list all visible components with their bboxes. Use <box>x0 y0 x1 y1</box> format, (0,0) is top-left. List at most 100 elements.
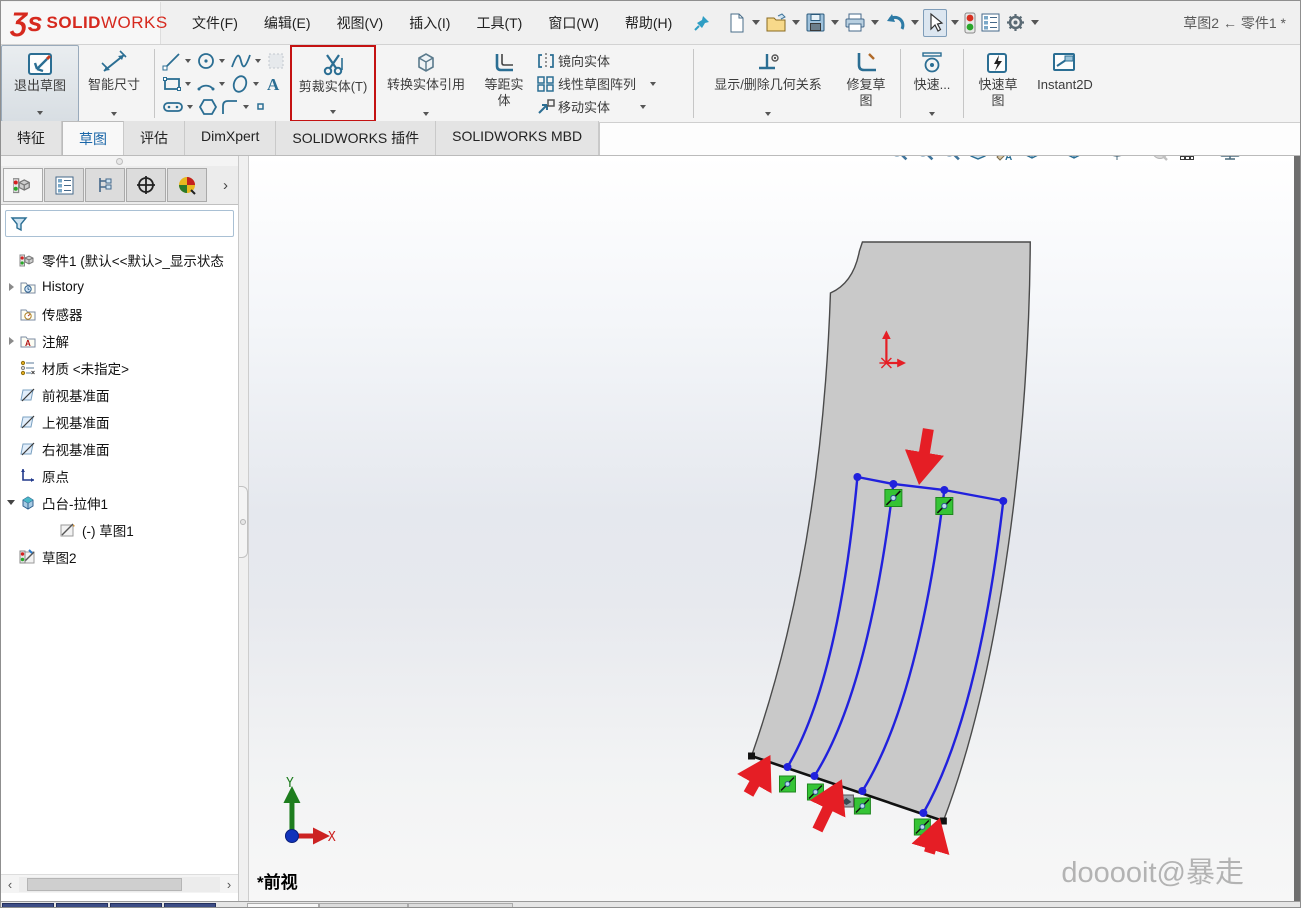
menu-item[interactable]: 视图(V) <box>324 7 397 39</box>
trim-caret[interactable] <box>330 109 336 114</box>
tree-root-item[interactable]: 零件1 (默认<<默认>_显示状态 <box>3 246 238 273</box>
rapid-sketch-button[interactable]: 快速草图 <box>969 45 1027 122</box>
instant2d-button[interactable]: Instant2D <box>1027 45 1103 122</box>
ribbon-tab[interactable]: 草图 <box>62 121 124 155</box>
tree-filter-input[interactable] <box>28 212 233 235</box>
line-tool-icon[interactable] <box>162 51 182 71</box>
viewport-split-button[interactable] <box>2 903 54 907</box>
move-entities-caret[interactable] <box>640 104 647 109</box>
undo-dropdown-caret[interactable] <box>911 20 920 25</box>
ribbon-tab[interactable]: SOLIDWORKS MBD <box>436 121 600 155</box>
fillet-tool-icon[interactable] <box>220 97 240 117</box>
new-document-icon[interactable] <box>726 10 748 36</box>
quick-snaps-caret[interactable] <box>929 111 935 116</box>
options-list-icon[interactable] <box>979 10 1002 35</box>
spline-tool-icon[interactable] <box>230 51 252 71</box>
tree-item[interactable]: 上视基准面 <box>3 408 238 435</box>
panel-viewport-splitter[interactable] <box>239 156 249 901</box>
display-manager-icon[interactable] <box>167 168 207 202</box>
tree-item[interactable]: 右视基准面 <box>3 435 238 462</box>
gear-icon[interactable] <box>1004 10 1027 35</box>
tree-horizontal-scrollbar[interactable]: ‹ › <box>1 874 238 893</box>
spline-tool-caret[interactable] <box>255 58 261 63</box>
convert-entities-caret[interactable] <box>423 111 429 116</box>
configuration-manager-icon[interactable] <box>85 168 125 202</box>
point-tool-icon[interactable] <box>254 100 268 114</box>
slot-tool-caret[interactable] <box>187 104 193 109</box>
scrollbar-thumb[interactable] <box>27 877 182 891</box>
circle-tool-caret[interactable] <box>219 58 225 63</box>
splitter-handle[interactable] <box>239 486 248 558</box>
open-dropdown-caret[interactable] <box>792 20 801 25</box>
rectangle-tool-caret[interactable] <box>185 81 191 86</box>
bottom-tab[interactable]: 模型 <box>247 903 320 907</box>
feature-manager-icon[interactable] <box>3 168 43 202</box>
slot-tool-icon[interactable] <box>162 98 184 116</box>
exit-sketch-caret[interactable] <box>37 110 43 115</box>
print-icon[interactable] <box>843 10 867 35</box>
ribbon-tab[interactable]: 特征 <box>1 121 62 155</box>
save-icon[interactable] <box>804 10 827 35</box>
open-icon[interactable] <box>764 10 788 36</box>
smart-dimension-button[interactable]: 智能尺寸 <box>79 45 149 122</box>
bottom-tab[interactable]: 运动算例1 <box>407 903 513 907</box>
fillet-tool-caret[interactable] <box>243 104 249 109</box>
line-tool-caret[interactable] <box>185 58 191 63</box>
ribbon-tab[interactable]: 评估 <box>124 121 185 155</box>
circle-tool-icon[interactable] <box>196 51 216 71</box>
rectangle-tool-icon[interactable] <box>162 74 182 94</box>
tree-item[interactable]: 凸台-拉伸1 <box>3 489 238 516</box>
ellipse-tool-caret[interactable] <box>253 81 259 86</box>
menu-item[interactable]: 编辑(E) <box>251 7 324 39</box>
new-dropdown-caret[interactable] <box>752 20 761 25</box>
repair-sketch-button[interactable]: 修复草图 <box>837 45 895 122</box>
rebuild-traffic-light-icon[interactable] <box>963 10 977 36</box>
print-dropdown-caret[interactable] <box>871 20 880 25</box>
menu-item[interactable]: 窗口(W) <box>535 7 612 39</box>
arc-tool-caret[interactable] <box>219 81 225 86</box>
linear-pattern-caret[interactable] <box>650 81 657 86</box>
ribbon-tab[interactable]: SOLIDWORKS 插件 <box>276 121 437 155</box>
menu-item[interactable]: 文件(F) <box>179 7 251 39</box>
bottom-tab[interactable]: 3D视图 <box>319 903 408 907</box>
arc-tool-icon[interactable] <box>196 74 216 94</box>
menu-item[interactable]: 工具(T) <box>463 7 535 39</box>
undo-icon[interactable] <box>883 11 907 35</box>
tree-item[interactable]: 材质 <未指定> <box>3 354 238 381</box>
tree-item[interactable]: 注解 <box>3 327 238 354</box>
manager-tabs-overflow-chevron[interactable]: › <box>215 177 236 194</box>
exit-sketch-button[interactable]: 退出草图 <box>1 45 79 122</box>
property-manager-icon[interactable] <box>44 168 84 202</box>
dimxpert-manager-icon[interactable] <box>126 168 166 202</box>
relations-caret[interactable] <box>765 111 771 116</box>
offset-entities-button[interactable]: 等距实体 <box>476 45 532 122</box>
ellipse-tool-icon[interactable] <box>230 74 250 94</box>
scroll-left-arrow[interactable]: ‹ <box>1 877 19 892</box>
move-entities-button[interactable]: 移动实体 <box>534 95 686 118</box>
task-pane-edge[interactable] <box>1294 156 1300 901</box>
pin-icon[interactable] <box>693 14 711 32</box>
tree-item[interactable]: 原点 <box>3 462 238 489</box>
text-tool-icon[interactable]: A <box>264 74 282 94</box>
tree-item[interactable]: 草图2 <box>3 543 238 570</box>
select-dropdown-caret[interactable] <box>951 20 960 25</box>
convert-entities-button[interactable]: 转换实体引用 <box>376 45 476 122</box>
menu-item[interactable]: 插入(I) <box>396 7 463 39</box>
gear-dropdown-caret[interactable] <box>1031 20 1040 25</box>
mirror-entities-button[interactable]: 镜向实体 <box>534 49 686 72</box>
quick-snaps-button[interactable]: 快速... <box>906 45 958 122</box>
viewport-split-button[interactable] <box>110 903 162 907</box>
polygon-tool-icon[interactable] <box>198 97 218 117</box>
tree-item[interactable]: History <box>3 273 238 300</box>
display-delete-relations-button[interactable]: 显示/删除几何关系 <box>699 45 837 122</box>
tree-item[interactable]: 传感器 <box>3 300 238 327</box>
select-cursor-icon[interactable] <box>923 8 948 37</box>
tree-item[interactable]: 前视基准面 <box>3 381 238 408</box>
scroll-right-arrow[interactable]: › <box>220 877 238 892</box>
linear-pattern-button[interactable]: 线性草图阵列 <box>534 72 686 95</box>
viewport-split-button[interactable] <box>56 903 108 907</box>
save-dropdown-caret[interactable] <box>831 20 840 25</box>
viewport-split-button[interactable] <box>164 903 216 907</box>
graphics-viewport[interactable]: A Y X *前视 dooooit@暴走 <box>249 156 1294 901</box>
ribbon-tab[interactable]: DimXpert <box>185 121 277 155</box>
